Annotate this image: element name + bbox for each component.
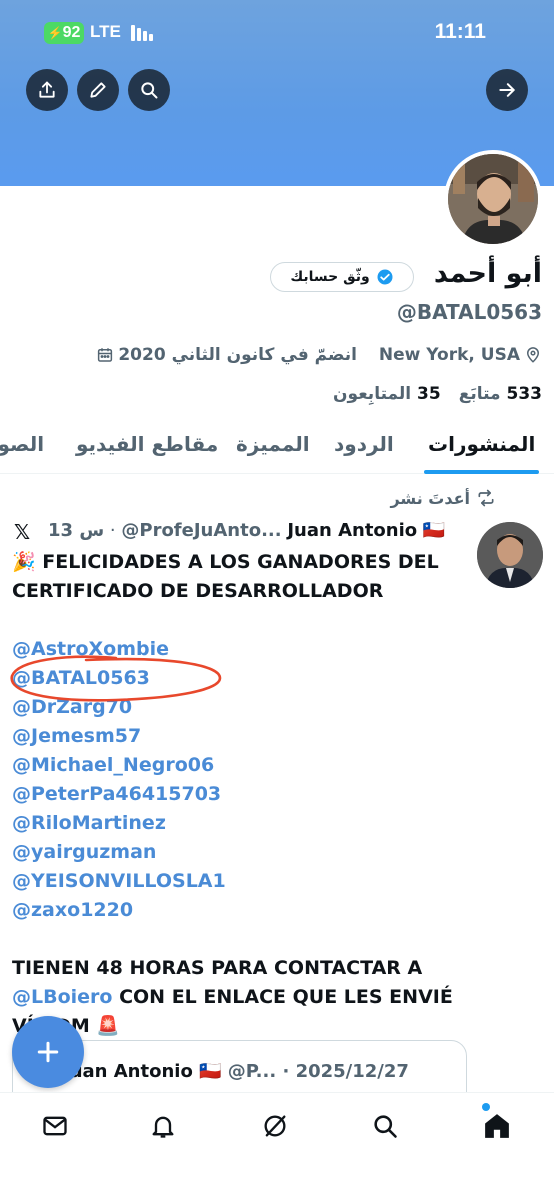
search-icon xyxy=(141,82,158,99)
mention-link[interactable]: @YEISONVILLOSLA1 xyxy=(12,867,462,896)
followers-link[interactable]: 35 المتابِعون xyxy=(333,384,441,404)
nav-notifications[interactable] xyxy=(148,1111,178,1141)
nav-messages[interactable] xyxy=(40,1111,70,1141)
tab-videos[interactable]: مقاطع الفيديو xyxy=(76,432,218,456)
verify-label: وثّق حسابك xyxy=(290,269,370,285)
profile-tabs: المنشورات الردود المميزة مقاطع الفيديو ا… xyxy=(0,420,554,474)
post-headline: 🎉 FELICIDADES A LOS GANADORES DEL CERTIF… xyxy=(12,551,439,602)
calendar-icon xyxy=(98,348,113,362)
tab-photos[interactable]: الصور xyxy=(0,432,56,456)
search-icon xyxy=(374,1115,397,1138)
quoted-author-name: Juan Antonio xyxy=(63,1061,193,1082)
post-footer-text: TIENEN 48 HORAS PARA CONTACTAR A @LBoier… xyxy=(12,957,453,1037)
mention-link[interactable]: @PeterPa46415703 xyxy=(12,780,462,809)
share-icon xyxy=(39,81,55,98)
mention-link[interactable]: @Jemesm57 xyxy=(12,722,462,751)
mention-link[interactable]: @LBoiero xyxy=(12,986,112,1008)
home-notification-dot xyxy=(482,1103,490,1111)
following-link[interactable]: 533 متابَع xyxy=(459,384,542,404)
verified-badge-icon xyxy=(377,269,393,285)
mention-link[interactable]: @zaxo1220 xyxy=(12,896,462,925)
back-button[interactable] xyxy=(486,69,528,111)
mention-link[interactable]: @Michael_Negro06 xyxy=(12,751,462,780)
tab-replies[interactable]: الردود xyxy=(334,432,394,456)
flag-icon: 🇨🇱 xyxy=(199,1061,222,1082)
pencil-icon xyxy=(90,82,106,98)
profile-name: أبو أحمد xyxy=(433,258,542,289)
tab-highlights[interactable]: المميزة xyxy=(236,432,310,456)
mention-link[interactable]: @RiloMartinez xyxy=(12,809,462,838)
flag-icon: 🇨🇱 xyxy=(422,520,446,541)
quoted-post-header: Juan Antonio 🇨🇱 @P... · 2025/12/27 xyxy=(63,1061,409,1082)
avatar-image xyxy=(448,154,538,244)
quoted-post-date: · 2025/12/27 xyxy=(282,1061,409,1082)
repost-label: أعدتَ نشر xyxy=(390,488,496,508)
location-text: New York, USA xyxy=(378,345,520,365)
post-body: 🎉 FELICIDADES A LOS GANADORES DEL CERTIF… xyxy=(12,548,462,1041)
status-bar: ⚡92 LTE 11:11 xyxy=(0,0,554,64)
tab-posts[interactable]: المنشورات xyxy=(428,432,535,456)
mention-link[interactable]: @AstroXombie xyxy=(12,635,462,664)
post-time: 13 س xyxy=(48,520,105,541)
post-author-handle[interactable]: @ProfeJuAnto... xyxy=(121,520,281,541)
network-type: LTE xyxy=(90,22,121,41)
signal-icon xyxy=(131,25,157,41)
location-icon xyxy=(526,347,540,363)
active-tab-indicator xyxy=(424,470,539,474)
follow-stats: 533 متابَع 35 المتابِعون xyxy=(333,384,542,404)
compose-button[interactable] xyxy=(12,1016,84,1088)
profile-meta: New York, USA انضمّ في كانون الثاني 2020 xyxy=(96,342,542,368)
profile-avatar[interactable] xyxy=(444,150,542,248)
verify-account-button[interactable]: وثّق حسابك xyxy=(270,262,414,292)
battery-indicator: ⚡92 xyxy=(44,22,84,44)
join-date-text: انضمّ في كانون الثاني 2020 xyxy=(118,345,357,365)
grok-icon xyxy=(264,1115,286,1137)
arrow-right-icon xyxy=(499,83,515,97)
post-author-name[interactable]: Juan Antonio xyxy=(287,520,417,541)
plus-icon xyxy=(37,1041,59,1063)
share-button[interactable] xyxy=(26,69,68,111)
post-avatar-image xyxy=(477,522,543,588)
mail-icon xyxy=(43,1116,67,1136)
search-button[interactable] xyxy=(128,69,170,111)
post-header: 13 س · @ProfeJuAnto... Juan Antonio 🇨🇱 xyxy=(48,520,446,541)
quoted-author-handle: @P... xyxy=(227,1061,277,1082)
repost-icon xyxy=(478,489,494,507)
post-author-avatar[interactable] xyxy=(477,522,543,588)
mention-link[interactable]: @BATAL0563 xyxy=(12,664,462,693)
nav-grok[interactable] xyxy=(260,1111,290,1141)
nav-home[interactable] xyxy=(482,1111,512,1141)
edit-button[interactable] xyxy=(77,69,119,111)
mention-link[interactable]: @yairguzman xyxy=(12,838,462,867)
home-icon xyxy=(485,1114,509,1138)
mention-link[interactable]: @DrZarg70 xyxy=(12,693,462,722)
x-logo-icon: 𝕏 xyxy=(14,520,31,544)
profile-handle: @BATAL0563 xyxy=(396,300,542,324)
bottom-nav xyxy=(0,1092,554,1200)
bell-icon xyxy=(152,1116,174,1138)
nav-search[interactable] xyxy=(370,1111,400,1141)
clock: 11:11 xyxy=(434,20,486,43)
